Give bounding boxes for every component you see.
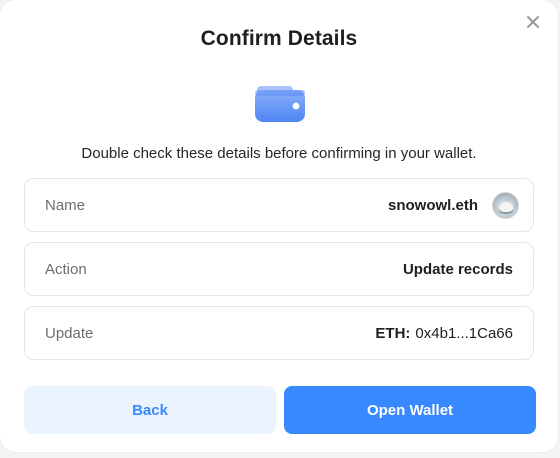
record-address: 0x4b1...1Ca66: [415, 324, 513, 342]
open-wallet-button[interactable]: Open Wallet: [284, 386, 536, 434]
avatar: [492, 191, 519, 219]
confirm-details-dialog: Confirm Details Double check these detai…: [0, 0, 558, 452]
detail-label: Action: [45, 260, 87, 278]
wallet-icon: [255, 84, 305, 122]
dialog-title: Confirm Details: [200, 27, 358, 50]
detail-label: Name: [45, 196, 86, 214]
detail-label: Update: [45, 324, 94, 342]
dialog-subtitle: Double check these details before confir…: [81, 145, 477, 162]
ens-name: snowowl.eth: [388, 196, 478, 214]
detail-row-update: Update ETH: 0x4b1...1Ca66: [24, 306, 534, 360]
back-button[interactable]: Back: [24, 386, 276, 434]
detail-row-name: Name snowowl.eth: [24, 178, 534, 232]
record-key: ETH:: [375, 324, 411, 342]
detail-value: Update records: [402, 260, 513, 278]
detail-row-action: Action Update records: [24, 242, 534, 296]
detail-value: ETH: 0x4b1...1Ca66: [375, 325, 513, 342]
detail-value: snowowl.eth: [388, 191, 519, 219]
